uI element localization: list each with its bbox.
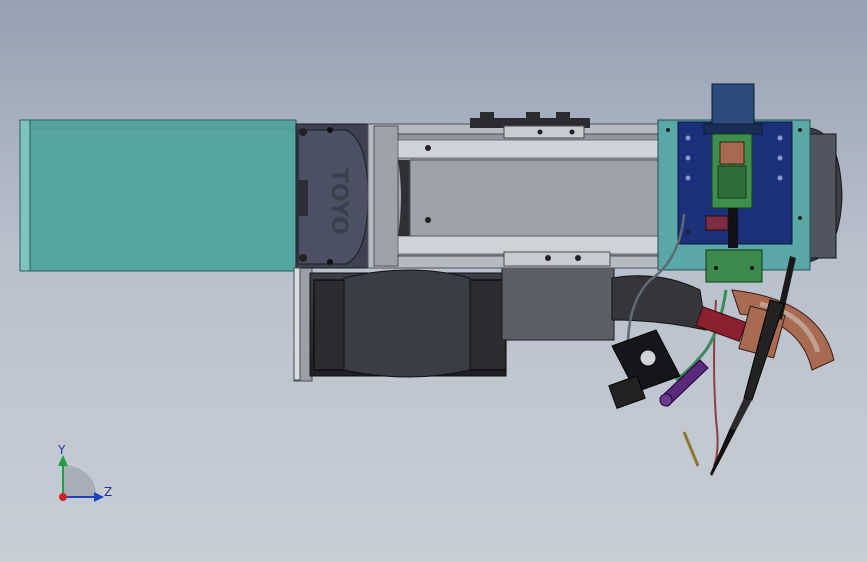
soldering-iron[interactable] <box>710 256 796 476</box>
cad-model-canvas[interactable]: TOYO Y Z <box>0 0 867 562</box>
solder-wire-tip <box>682 431 700 467</box>
actuator-logo: TOYO <box>326 168 351 235</box>
y-axis-label: Y <box>57 443 66 457</box>
actuator-end-block[interactable]: TOYO <box>295 123 369 269</box>
linear-rail[interactable] <box>367 112 665 269</box>
coordinate-triad: Y Z <box>57 443 112 502</box>
sensor-board[interactable] <box>705 249 763 283</box>
z-axis-label: Z <box>104 485 112 499</box>
wire-feeder-bracket[interactable] <box>608 329 709 410</box>
rail-support-bracket <box>293 267 301 381</box>
motor-cover[interactable] <box>19 119 297 272</box>
cad-viewport[interactable]: TOYO Y Z <box>0 0 867 562</box>
rail-end-cap[interactable] <box>805 127 843 263</box>
